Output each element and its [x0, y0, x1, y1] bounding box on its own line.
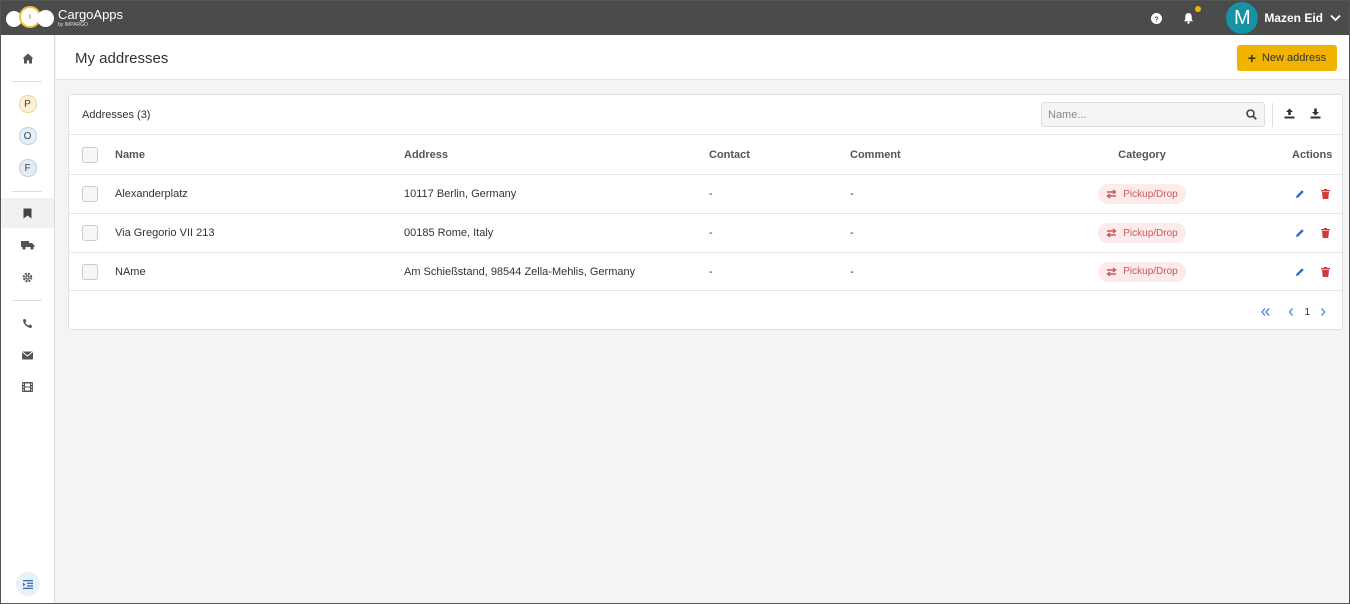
search-input[interactable]: [1042, 103, 1232, 126]
address-text: 10117 Berlin, Germany: [404, 188, 517, 200]
sidebar-item-home[interactable]: [1, 43, 54, 73]
table-row[interactable]: Alexanderplatz 10117 Berlin, Germany - -…: [69, 174, 1342, 213]
swap-icon: [1106, 189, 1117, 199]
address-contact: -: [709, 265, 713, 278]
delete-icon[interactable]: [1317, 225, 1333, 241]
download-icon[interactable]: [1310, 108, 1321, 119]
first-page-icon[interactable]: [1258, 305, 1272, 319]
help-icon[interactable]: ?: [1148, 10, 1164, 26]
sidebar-item-o[interactable]: O: [1, 121, 54, 151]
address-name: Via Gregorio VII 213: [115, 227, 215, 239]
address-comment: -: [850, 188, 854, 200]
new-address-button[interactable]: + New address: [1237, 45, 1337, 71]
page-title: My addresses: [75, 50, 169, 67]
row-checkbox[interactable]: [82, 263, 98, 280]
user-name[interactable]: Mazen Eid: [1264, 11, 1323, 25]
sidebar-o-badge: O: [18, 127, 37, 145]
sidebar-item-trucks[interactable]: [1, 230, 54, 260]
app-logo[interactable]: I CargoApps by IMPARGO: [6, 1, 123, 35]
pagination: 1: [1258, 305, 1330, 319]
column-header-name[interactable]: Name: [115, 135, 145, 174]
toolbar-divider: [1272, 103, 1273, 127]
sidebar-item-mail[interactable]: [1, 340, 54, 370]
previous-page-icon[interactable]: [1284, 305, 1298, 319]
address-comment: -: [850, 265, 854, 278]
search-box: [1041, 102, 1265, 127]
logo-mark: I: [6, 4, 54, 32]
sidebar-collapse-button[interactable]: [1, 569, 54, 599]
upload-icon[interactable]: [1284, 108, 1295, 119]
sidebar-item-p[interactable]: P: [1, 89, 54, 119]
column-header-contact[interactable]: Contact: [709, 135, 750, 174]
sidebar-p-badge: P: [18, 95, 37, 113]
address-contact: -: [709, 227, 713, 239]
address-name: NAme: [115, 265, 146, 278]
swap-icon: [1106, 266, 1117, 277]
column-header-comment[interactable]: Comment: [850, 135, 901, 174]
gear-icon: [22, 272, 33, 282]
swap-icon: [1106, 228, 1117, 238]
page-header: My addresses + New address: [56, 35, 1349, 80]
column-header-address[interactable]: Address: [404, 135, 448, 174]
sidebar-divider: [12, 191, 42, 192]
category-label: Pickup/Drop: [1123, 266, 1178, 277]
column-header-actions: Actions: [1292, 148, 1333, 161]
addresses-table: Name Address Contact Comment Category Ac…: [69, 134, 1342, 291]
mail-icon: [22, 351, 33, 359]
next-page-icon[interactable]: [1316, 305, 1330, 319]
address-comment: -: [850, 227, 854, 239]
sidebar-divider: [12, 300, 42, 301]
sidebar-item-addresses[interactable]: [1, 198, 54, 228]
truck-icon: [20, 241, 34, 250]
address-text: 00185 Rome, Italy: [404, 227, 494, 239]
notification-dot: [1195, 6, 1202, 12]
new-address-label: New address: [1261, 52, 1327, 64]
home-icon: [22, 53, 33, 63]
sidebar-divider: [12, 81, 42, 82]
category-label: Pickup/Drop: [1123, 227, 1178, 239]
address-contact: -: [709, 188, 713, 200]
edit-icon[interactable]: [1292, 225, 1308, 241]
category-badge: Pickup/Drop: [1098, 223, 1186, 243]
sidebar-item-film[interactable]: [1, 372, 54, 402]
bell-icon[interactable]: [1180, 6, 1202, 26]
sidebar-f-badge: F: [18, 159, 37, 177]
sidebar-item-phone[interactable]: [1, 308, 54, 338]
row-checkbox[interactable]: [82, 186, 98, 202]
addresses-count-title: Addresses (3): [82, 109, 151, 121]
row-checkbox[interactable]: [82, 225, 98, 241]
film-icon: [22, 382, 33, 392]
address-text: Am Schießstand, 98544 Zella-Mehlis, Germ…: [404, 265, 636, 278]
delete-icon[interactable]: [1317, 264, 1333, 280]
search-icon[interactable]: [1246, 109, 1257, 120]
bookmark-icon: [23, 208, 32, 218]
app-name: CargoApps: [58, 7, 124, 22]
svg-text:?: ?: [1154, 14, 1159, 23]
sidebar: P O F: [1, 35, 55, 603]
current-page-number[interactable]: 1: [1304, 307, 1310, 318]
plus-icon: +: [1247, 50, 1256, 66]
avatar[interactable]: M: [1226, 2, 1259, 34]
delete-icon[interactable]: [1317, 186, 1333, 202]
sidebar-item-settings[interactable]: [1, 262, 54, 292]
select-all-checkbox[interactable]: [82, 146, 98, 163]
phone-icon: [23, 318, 32, 328]
column-header-category[interactable]: Category: [1085, 135, 1199, 174]
app-byline: by IMPARGO: [58, 22, 88, 28]
table-header-row: Name Address Contact Comment Category Ac…: [69, 134, 1342, 174]
category-badge: Pickup/Drop: [1098, 261, 1186, 282]
chevron-down-icon[interactable]: [1327, 10, 1343, 26]
address-name: Alexanderplatz: [115, 188, 188, 200]
edit-icon[interactable]: [1292, 186, 1308, 202]
top-bar: I CargoApps by IMPARGO ? M Mazen Eid: [1, 1, 1349, 35]
table-row[interactable]: NAme Am Schießstand, 98544 Zella-Mehlis,…: [69, 252, 1342, 291]
indent-icon: [15, 572, 40, 596]
addresses-card: Addresses (3) Name Address Contact Comme…: [68, 94, 1343, 330]
edit-icon[interactable]: [1292, 264, 1308, 280]
table-row[interactable]: Via Gregorio VII 213 00185 Rome, Italy -…: [69, 213, 1342, 252]
category-badge: Pickup/Drop: [1098, 184, 1186, 204]
category-label: Pickup/Drop: [1123, 188, 1178, 200]
sidebar-item-f[interactable]: F: [1, 153, 54, 183]
